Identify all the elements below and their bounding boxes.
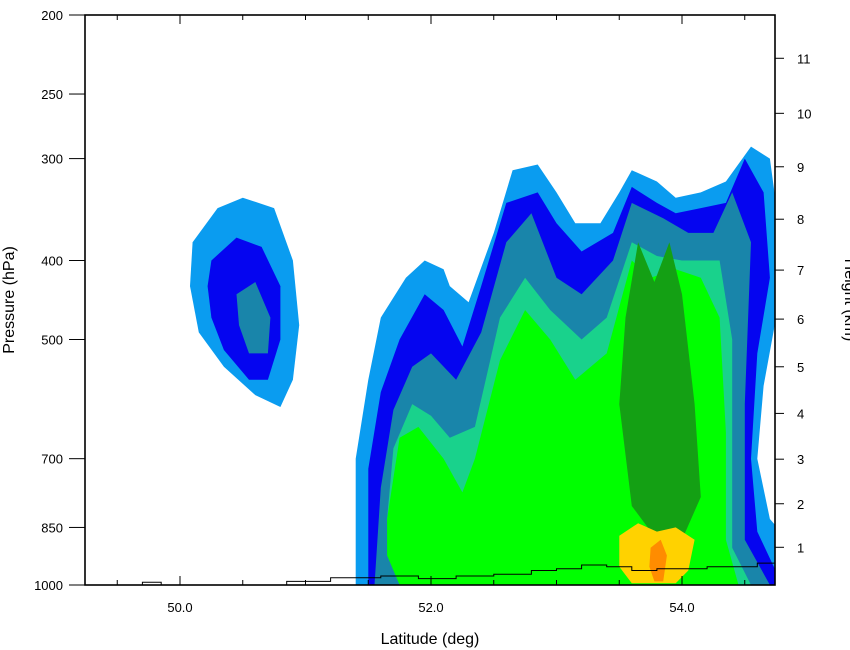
y2-tick-label: 10 xyxy=(797,106,811,121)
y2-tick-label: 3 xyxy=(797,452,804,467)
y-tick-label: 500 xyxy=(41,333,63,348)
y2-tick-label: 6 xyxy=(797,312,804,327)
contour-chart: 50.052.054.056.058.010008507005004003002… xyxy=(0,0,850,650)
y2-tick-label: 7 xyxy=(797,263,804,278)
y-axis-title: Pressure (hPa) xyxy=(1,246,18,354)
y-tick-label: 1000 xyxy=(34,578,63,593)
y-tick-label: 250 xyxy=(41,87,63,102)
y-tick-label: 850 xyxy=(41,520,63,535)
y2-tick-label: 4 xyxy=(797,406,804,421)
y2-tick-label: 8 xyxy=(797,212,804,227)
y2-axis-title: Height (km) xyxy=(841,259,850,342)
y2-tick-label: 5 xyxy=(797,360,804,375)
y2-tick-label: 2 xyxy=(797,497,804,512)
x-tick-label: 50.0 xyxy=(167,600,192,615)
x-tick-label: 52.0 xyxy=(418,600,443,615)
y-tick-label: 400 xyxy=(41,253,63,268)
x-tick-label: 54.0 xyxy=(669,600,694,615)
y2-tick-label: 9 xyxy=(797,160,804,175)
y2-tick-label: 11 xyxy=(797,51,811,66)
y-tick-label: 200 xyxy=(41,8,63,23)
y2-tick-label: 1 xyxy=(797,540,804,555)
x-axis-title: Latitude (deg) xyxy=(381,631,480,648)
y-tick-label: 300 xyxy=(41,152,63,167)
y-tick-label: 700 xyxy=(41,452,63,467)
